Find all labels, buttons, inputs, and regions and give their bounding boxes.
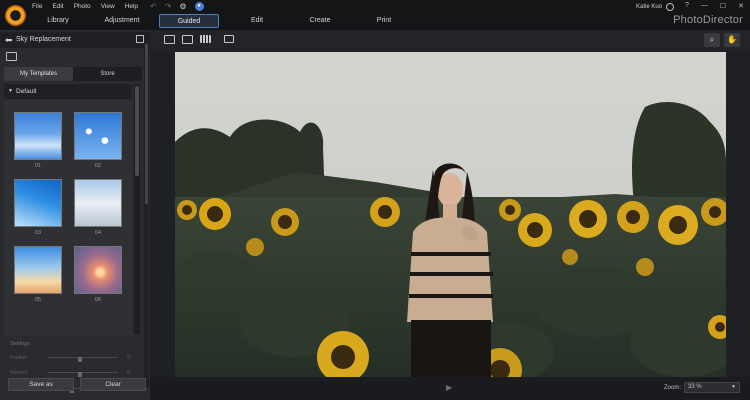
menu-edit[interactable]: Edit [52, 3, 63, 10]
template-label: 06 [94, 297, 102, 303]
panel-scrollbar-thumb[interactable] [145, 44, 148, 204]
window-controls: ? — ☐ ✕ [685, 2, 744, 10]
panel-title: Sky Replacement [16, 36, 71, 43]
filmstrip-view-icon[interactable] [200, 35, 211, 43]
tab-store[interactable]: Store [73, 67, 142, 81]
redo-icon[interactable]: ↷ [165, 2, 172, 11]
horizon-label: Horizon [10, 370, 28, 376]
maximize-button[interactable]: ☐ [720, 2, 726, 10]
feather-value: 0 [127, 355, 130, 361]
feather-label: Feather [10, 355, 28, 361]
sunflower-field-photo [175, 52, 726, 377]
horizon-slider-row: Horizon 0 [10, 370, 138, 377]
hand-tool-icon[interactable]: ✋ [724, 33, 740, 47]
sky-replacement-panel: ⬅ Sky Replacement My Templates Store ▼ D… [0, 30, 150, 400]
template-label: 01 [34, 163, 42, 169]
feather-slider-row: Feather 0 [10, 355, 138, 362]
save-as-button[interactable]: Save as [8, 378, 74, 391]
menu-view[interactable]: View [101, 3, 115, 10]
external-view-icon[interactable] [224, 35, 234, 43]
panel-scrollbar[interactable] [144, 42, 149, 387]
template-scrollbar[interactable] [134, 84, 140, 334]
avatar [666, 3, 675, 11]
brand-name: PhotoDirector [673, 14, 743, 26]
horizon-slider[interactable] [48, 372, 118, 377]
template-thumbnail[interactable] [74, 112, 122, 160]
scrollbar-thumb[interactable] [135, 86, 139, 176]
tab-edit[interactable]: Edit [226, 14, 288, 28]
zoom-value: 33 % [688, 384, 702, 390]
user-account[interactable]: Katie Kuo [636, 3, 675, 11]
clear-button[interactable]: Clear [80, 378, 146, 391]
template-label: 02 [94, 163, 102, 169]
feather-slider-knob[interactable] [78, 357, 82, 362]
undo-icon[interactable]: ↶ [150, 2, 157, 11]
template-group-header[interactable]: ▼ Default [4, 84, 132, 99]
view-toolbar: ⌕ ✋ [150, 30, 750, 50]
zoom-select[interactable]: 33 % ▼ [684, 382, 740, 393]
back-arrow-icon[interactable]: ⬅ [5, 35, 13, 46]
tab-library[interactable]: Library [28, 14, 88, 28]
zoom-search-icon[interactable]: ⌕ [704, 33, 720, 47]
close-button[interactable]: ✕ [738, 2, 744, 10]
tab-create[interactable]: Create [288, 14, 352, 28]
settings-heading: Settings [10, 341, 30, 347]
export-icon[interactable] [136, 35, 144, 43]
chevron-down-icon: ▼ [731, 384, 736, 390]
notification-icon[interactable]: ● [194, 2, 204, 11]
template-thumbnail[interactable] [74, 179, 122, 227]
menu-help[interactable]: Help [125, 3, 138, 10]
title-bar: File Edit Photo View Help ↶ ↷ ⚙ ● Librar… [0, 0, 750, 30]
tab-print[interactable]: Print [352, 14, 416, 28]
template-thumbnail[interactable] [14, 179, 62, 227]
tab-guided[interactable]: Guided [159, 14, 219, 28]
help-button[interactable]: ? [685, 2, 689, 10]
template-grid: 01 02 03 04 05 06 [4, 100, 132, 336]
tab-my-templates[interactable]: My Templates [4, 67, 73, 81]
group-label: Default [16, 88, 37, 95]
status-bar: ▶ Zoom: 33 % ▼ [150, 378, 750, 400]
template-thumbnail[interactable] [14, 246, 62, 294]
panel-header: ⬅ Sky Replacement [0, 32, 150, 48]
image-compare-icon[interactable] [6, 52, 17, 61]
settings-gear-icon[interactable]: ⚙ [179, 2, 186, 11]
menu-bar: File Edit Photo View Help [32, 3, 138, 10]
zoom-label: Zoom: [664, 385, 682, 391]
template-thumbnail[interactable] [14, 112, 62, 160]
module-tabs: Library Adjustment Guided Edit Create Pr… [28, 14, 416, 28]
photo-preview[interactable] [175, 52, 726, 377]
quick-actions: ↶ ↷ ⚙ ● [150, 2, 204, 11]
template-label: 04 [94, 230, 102, 236]
template-tabs: My Templates Store [4, 67, 142, 81]
user-name: Katie Kuo [636, 4, 663, 10]
tab-adjustment[interactable]: Adjustment [88, 14, 156, 28]
feather-slider[interactable] [48, 357, 118, 362]
play-icon[interactable]: ▶ [446, 383, 452, 392]
template-thumbnail[interactable] [74, 246, 122, 294]
minimize-button[interactable]: — [701, 2, 708, 10]
menu-photo[interactable]: Photo [74, 3, 91, 10]
horizon-slider-knob[interactable] [78, 372, 82, 377]
app-logo-icon [5, 5, 26, 26]
template-label: 05 [34, 297, 42, 303]
horizon-value: 0 [127, 370, 130, 376]
compare-view-icon[interactable] [164, 35, 175, 44]
menu-file[interactable]: File [32, 3, 42, 10]
template-label: 03 [34, 230, 42, 236]
collapse-triangle-icon: ▼ [8, 88, 13, 94]
single-view-icon[interactable] [182, 35, 193, 44]
